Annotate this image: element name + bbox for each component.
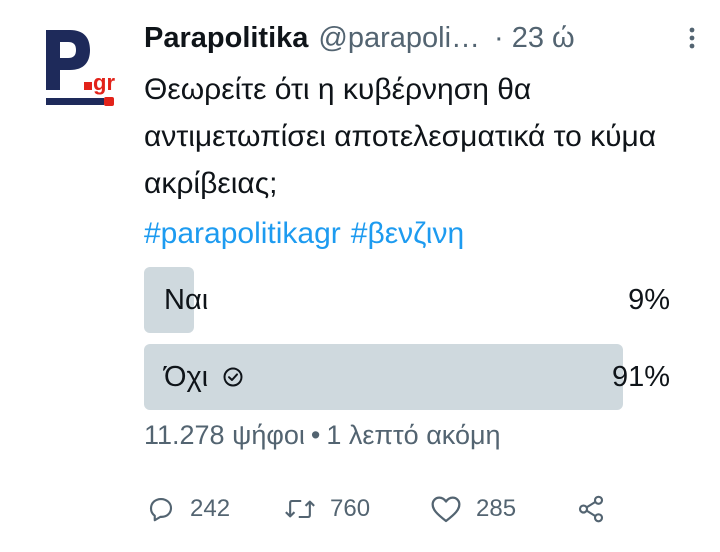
tweet-actions: 242 760 285 bbox=[144, 486, 624, 532]
separator-dot: · bbox=[494, 21, 504, 54]
poll-votes: 11.278 ψήφοι bbox=[144, 420, 305, 450]
poll-option-percent: 9% bbox=[628, 284, 670, 316]
tweet-timestamp[interactable]: 23 ώ bbox=[512, 22, 575, 55]
poll-time-left: 1 λεπτό ακόμη bbox=[326, 420, 501, 450]
hashtags: #parapolitikagr #βενζινη bbox=[144, 210, 704, 257]
parapolitika-logo: gr bbox=[46, 30, 115, 106]
poll-option-yes: Ναι 9% bbox=[144, 267, 670, 333]
reply-button[interactable]: 242 bbox=[146, 486, 230, 532]
poll-option-label: Ναι bbox=[164, 284, 209, 316]
retweet-icon bbox=[285, 499, 315, 519]
tweet-text: Θεωρείτε ότι η κυβέρνηση θα αντιμετωπίσε… bbox=[144, 73, 657, 200]
like-button[interactable]: 285 bbox=[430, 486, 516, 532]
check-circle-icon bbox=[223, 367, 243, 387]
more-vertical-icon[interactable] bbox=[680, 24, 704, 52]
avatar[interactable]: gr bbox=[40, 22, 120, 110]
reply-icon bbox=[149, 497, 173, 522]
poll-option-percent: 91% bbox=[611, 361, 670, 393]
poll-option-label: Όχι bbox=[164, 361, 209, 393]
hashtag-link[interactable]: #parapolitikagr bbox=[144, 217, 341, 250]
like-count: 285 bbox=[476, 495, 517, 522]
poll-meta: 11.278 ψήφοι • 1 λεπτό ακόμη bbox=[144, 420, 501, 451]
meta-separator: • bbox=[310, 420, 321, 450]
account-name[interactable]: Parapolitika bbox=[144, 22, 308, 55]
retweet-count: 760 bbox=[330, 495, 371, 522]
reply-count: 242 bbox=[190, 495, 231, 522]
tweet-header: Parapolitika @parapoli… · 23 ώ bbox=[144, 18, 704, 58]
poll-option-no: Όχι 91% bbox=[144, 344, 670, 410]
share-button[interactable] bbox=[576, 486, 606, 532]
share-icon bbox=[578, 495, 604, 523]
retweet-button[interactable]: 760 bbox=[284, 486, 370, 532]
heart-icon bbox=[431, 496, 461, 523]
svg-text:gr: gr bbox=[93, 70, 115, 95]
hashtag-link[interactable]: #βενζινη bbox=[351, 217, 464, 250]
account-handle[interactable]: @parapoli… bbox=[318, 22, 480, 55]
